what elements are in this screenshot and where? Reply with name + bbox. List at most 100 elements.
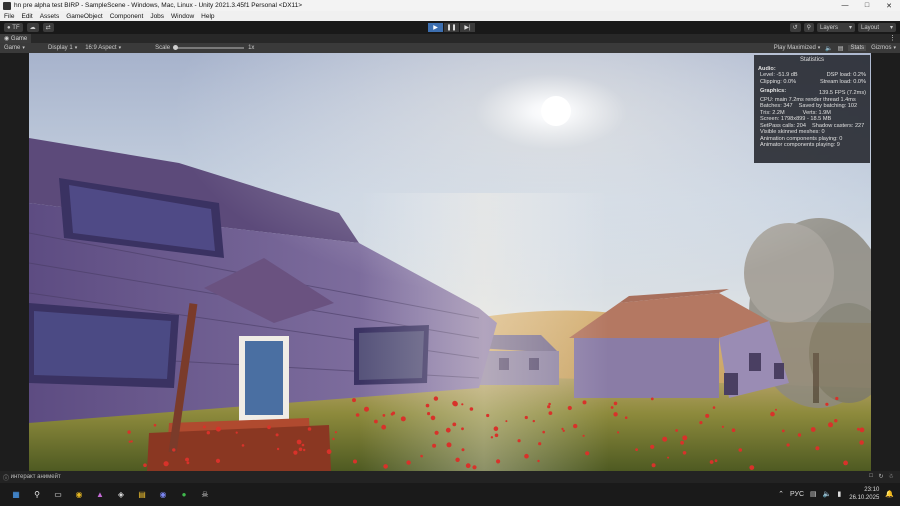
flower xyxy=(705,413,710,418)
game-mode-label: Game xyxy=(4,45,21,51)
menu-help[interactable]: Help xyxy=(201,13,214,20)
flower xyxy=(538,442,542,446)
network-icon[interactable]: ▤ xyxy=(810,490,817,498)
flower xyxy=(130,440,133,443)
flower xyxy=(582,400,587,405)
play-mode-dropdown[interactable]: Play Maximized xyxy=(774,45,821,51)
menu-component[interactable]: Component xyxy=(110,13,144,20)
flower xyxy=(400,416,406,422)
scale-slider-knob[interactable] xyxy=(173,45,179,50)
task-view-icon[interactable]: ▭ xyxy=(51,488,65,502)
scale-slider[interactable] xyxy=(173,45,245,50)
flower xyxy=(680,440,684,445)
flower xyxy=(828,422,833,428)
notification-icon[interactable]: 🔔 xyxy=(885,490,894,498)
status-message[interactable]: интеракт анимейт xyxy=(11,474,61,480)
flower xyxy=(472,465,477,470)
flower xyxy=(815,446,820,451)
gizmos-dropdown[interactable]: Gizmos xyxy=(871,45,896,51)
flower xyxy=(613,401,618,406)
step-icon: ▶| xyxy=(464,25,471,31)
game-view-toolbar: Game Display 1 16:9 Aspect Scale 1x Play… xyxy=(0,43,900,53)
layers-dropdown[interactable]: Layers ▾ xyxy=(817,23,855,32)
flower xyxy=(303,448,306,452)
flower xyxy=(453,401,458,407)
statistics-panel: Statistics Audio: Level: -51.9 dB DSP loa… xyxy=(754,55,870,163)
version-control-icon: ⇄ xyxy=(45,25,51,31)
scale-control: Scale 1x xyxy=(155,45,254,51)
info-icon: ⓘ xyxy=(3,475,11,482)
flower xyxy=(461,427,464,431)
menu-file[interactable]: File xyxy=(4,13,14,20)
flower xyxy=(455,457,460,462)
status-bar: ⓘ интеракт анимейт □ ↻ ☃ xyxy=(0,471,900,483)
file-explorer-icon[interactable]: ▤ xyxy=(135,488,149,502)
refresh-icon[interactable]: ↻ xyxy=(876,473,886,480)
chevron-down-icon: ▾ xyxy=(889,25,893,31)
battery-icon[interactable]: ▮ xyxy=(837,490,841,498)
tab-game[interactable]: ◉ Game xyxy=(0,34,32,43)
layout-dropdown[interactable]: Layout ▾ xyxy=(858,23,896,32)
chrome-icon[interactable]: ◉ xyxy=(72,488,86,502)
flower xyxy=(825,402,829,406)
more-options-icon[interactable]: ⋮ xyxy=(889,34,896,42)
flower xyxy=(682,435,688,441)
flower xyxy=(573,423,578,429)
aspect-dropdown[interactable]: 16:9 Aspect xyxy=(85,45,121,51)
play-button[interactable]: ▶ xyxy=(428,23,443,32)
account-button[interactable]: ● TF xyxy=(4,23,23,32)
progress-icon[interactable]: □ xyxy=(866,473,876,480)
window-titlebar: hn pre alpha test BIRP - SampleScene - W… xyxy=(0,0,900,11)
flower xyxy=(548,411,553,415)
mute-audio-icon[interactable]: 🔈 xyxy=(825,45,832,52)
history-button[interactable]: ↺ xyxy=(789,23,801,32)
menu-jobs[interactable]: Jobs xyxy=(150,13,164,20)
layers-label: Layers xyxy=(820,24,839,31)
display-dropdown[interactable]: Display 1 xyxy=(48,45,77,51)
clock[interactable]: 23:10 26.10.2025 xyxy=(849,486,879,502)
flower xyxy=(241,444,245,447)
windows-start-icon[interactable]: ▦ xyxy=(9,488,23,502)
flower xyxy=(617,431,620,434)
flower xyxy=(465,463,471,469)
search-icon[interactable]: ⚲ xyxy=(30,488,44,502)
menu-assets[interactable]: Assets xyxy=(40,13,60,20)
language-indicator[interactable]: РУС xyxy=(790,491,804,498)
menu-gameobject[interactable]: GameObject xyxy=(66,13,103,20)
flower xyxy=(332,437,335,441)
minimize-icon[interactable]: — xyxy=(834,2,856,9)
flower xyxy=(364,406,369,412)
tab-game-label: Game xyxy=(10,35,28,42)
maximize-icon[interactable]: □ xyxy=(856,2,878,9)
flower xyxy=(296,439,302,445)
close-icon[interactable]: ✕ xyxy=(878,2,900,10)
unity-icon[interactable]: ◈ xyxy=(114,488,128,502)
game-mode-dropdown[interactable]: Game xyxy=(4,45,44,51)
cloud-button[interactable]: ☁ xyxy=(26,23,39,32)
search-button[interactable]: ⚲ xyxy=(803,23,814,32)
version-control-button[interactable]: ⇄ xyxy=(42,23,54,32)
bug-icon[interactable]: ☃ xyxy=(886,473,896,480)
pause-button[interactable]: ❚❚ xyxy=(444,23,459,32)
display-settings-icon[interactable]: ▤ xyxy=(838,45,844,52)
flower xyxy=(635,448,638,451)
menu-edit[interactable]: Edit xyxy=(21,13,32,20)
flower xyxy=(427,412,431,416)
stats-button[interactable]: Stats xyxy=(848,45,867,51)
volume-icon[interactable]: 🔈 xyxy=(823,490,832,498)
tab-row: ◉ Game ⋮ xyxy=(0,34,900,43)
xbox-icon[interactable]: ● xyxy=(177,488,191,502)
pause-icon: ❚❚ xyxy=(446,25,457,31)
chevron-up-icon[interactable]: ⌃ xyxy=(778,490,784,498)
status-right: □ ↻ ☃ xyxy=(866,473,896,480)
stats-stream: Stream load: 0.0% xyxy=(819,78,866,85)
step-button[interactable]: ▶| xyxy=(460,23,475,32)
toolbar-right: ↺ ⚲ Layers ▾ Layout ▾ xyxy=(787,23,896,32)
flower xyxy=(770,411,775,417)
flower xyxy=(420,454,423,458)
app-icon[interactable]: ▲ xyxy=(93,488,107,502)
discord-icon[interactable]: ◉ xyxy=(156,488,170,502)
menu-window[interactable]: Window xyxy=(171,13,194,20)
game-icon[interactable]: ☠ xyxy=(198,488,212,502)
flower xyxy=(699,421,703,425)
